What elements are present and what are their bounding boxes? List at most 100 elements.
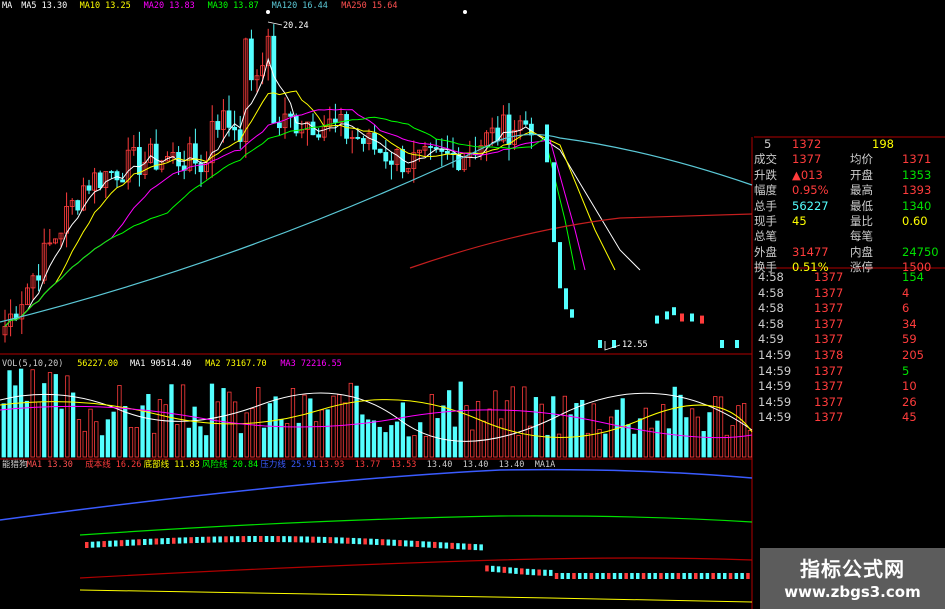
indicator-legend-1: MA1 13.30: [27, 460, 73, 470]
volume-bar: [198, 426, 203, 458]
indicator-candle: [409, 540, 414, 547]
volume-bar: [36, 401, 41, 458]
candle: [355, 136, 361, 139]
indicator-candle: [630, 573, 634, 579]
indicator-candle: [641, 573, 646, 579]
volume-bar: [325, 409, 330, 458]
indicator-legend-5: 压力线 25.91: [260, 459, 316, 470]
candle: [232, 126, 238, 131]
volume-bar: [30, 369, 35, 458]
volume-bar: [342, 402, 348, 458]
indicator-candle: [711, 573, 715, 579]
indicator-candle: [717, 573, 721, 579]
quote-value: 1393: [902, 183, 932, 198]
volume-bar: [53, 374, 58, 458]
indicator-candle: [235, 536, 240, 543]
indicator-candle: [351, 537, 356, 544]
candle: [226, 110, 232, 128]
quote-value: 0.95%: [792, 183, 829, 198]
indicator-candle: [369, 538, 373, 545]
indicator-candle: [195, 536, 199, 543]
volume-bar: [232, 401, 238, 458]
quote-value: ▲013: [792, 167, 823, 182]
candle: [75, 200, 81, 211]
price-legend-1: MA5 13.30: [21, 1, 67, 11]
volume-bar: [123, 406, 128, 458]
volume-bar: [175, 424, 180, 458]
candle: [700, 315, 704, 324]
ask-price: 1372: [792, 137, 822, 151]
indicator-candle: [496, 566, 501, 573]
indicator-candle: [218, 536, 222, 543]
tick-volume: 5: [902, 363, 910, 378]
indicator-candle: [607, 573, 611, 579]
ma30-line: [4, 116, 576, 327]
indicator-candle: [404, 540, 408, 547]
volume-bar: [348, 382, 353, 458]
ask-volume: 198: [872, 137, 894, 151]
price-legend-3: MA20 13.83: [144, 1, 195, 11]
indicator-legend-11: 13.40: [499, 460, 525, 470]
watermark: 指标公式网 www.zbgs3.com: [760, 548, 945, 609]
indicator-legend-12: MA1A: [535, 460, 555, 470]
volume-bar: [377, 426, 382, 458]
volume-bar: [551, 396, 556, 458]
volume-bar: [574, 403, 579, 458]
volume-bar: [626, 424, 631, 458]
indicator-candle: [479, 544, 483, 551]
ma120-line: [0, 133, 753, 323]
candle: [444, 151, 450, 154]
tick-volume: 34: [902, 316, 917, 331]
indicator-candle: [549, 569, 553, 576]
tick-price: 1377: [814, 379, 844, 394]
quote-row: 总笔 每笔: [752, 229, 945, 244]
candle: [316, 134, 322, 138]
tick-row: 14:59 1377 5: [752, 364, 945, 380]
volume-bar: [608, 416, 614, 458]
volume-bar: [666, 428, 672, 458]
indicator-candle: [317, 536, 321, 543]
volume-bar: [1, 403, 6, 458]
candle: [720, 340, 724, 348]
candle: [672, 307, 676, 316]
volume-bar: [279, 418, 284, 458]
tick-list[interactable]: 4:58 1377 154 4:58 1377 4 4:58 1377 6 4:58 1377 34 4…: [752, 270, 945, 426]
quote-row: 升跌 ▲013 开盘 1353: [752, 168, 945, 183]
candle: [506, 114, 512, 145]
tick-time: 4:58: [758, 285, 784, 300]
indicator-candle: [357, 538, 362, 545]
volume-bar: [643, 407, 648, 458]
quote-label: 现手: [754, 213, 777, 228]
indicator-candle: [264, 536, 269, 543]
indicator-candle: [728, 573, 733, 579]
price-legend-0: MA: [2, 1, 12, 11]
indicator-candle: [166, 537, 170, 544]
tick-row: 14:59 1377 10: [752, 379, 945, 395]
volume-bar: [412, 435, 417, 458]
quote-label: 升跌: [754, 167, 777, 182]
indicator-candle: [566, 573, 570, 579]
indicator-candle: [375, 538, 379, 545]
volume-bar: [464, 405, 469, 458]
volume-bar: [128, 427, 134, 458]
indicator-candle: [108, 540, 112, 547]
candle: [136, 147, 142, 175]
indicator-candle: [427, 541, 431, 548]
volume-bar: [678, 394, 683, 458]
indicator-candle: [363, 538, 367, 545]
volume-bar: [689, 408, 695, 458]
volume-bar: [186, 427, 191, 458]
indicator-candle: [96, 541, 101, 548]
ma5-line: [4, 57, 641, 327]
volume-bar: [134, 427, 139, 458]
price-legend-5: MA120 16.44: [272, 1, 328, 11]
volume-bar: [742, 403, 747, 458]
indicator-candle: [508, 567, 512, 574]
candle: [344, 114, 350, 139]
quote-label: 总笔: [754, 229, 777, 244]
volume-bar: [684, 417, 689, 458]
volume-bar: [649, 427, 654, 458]
marker-dot: [266, 10, 270, 14]
indicator-candle: [334, 537, 338, 544]
tick-price: 1377: [814, 301, 844, 316]
